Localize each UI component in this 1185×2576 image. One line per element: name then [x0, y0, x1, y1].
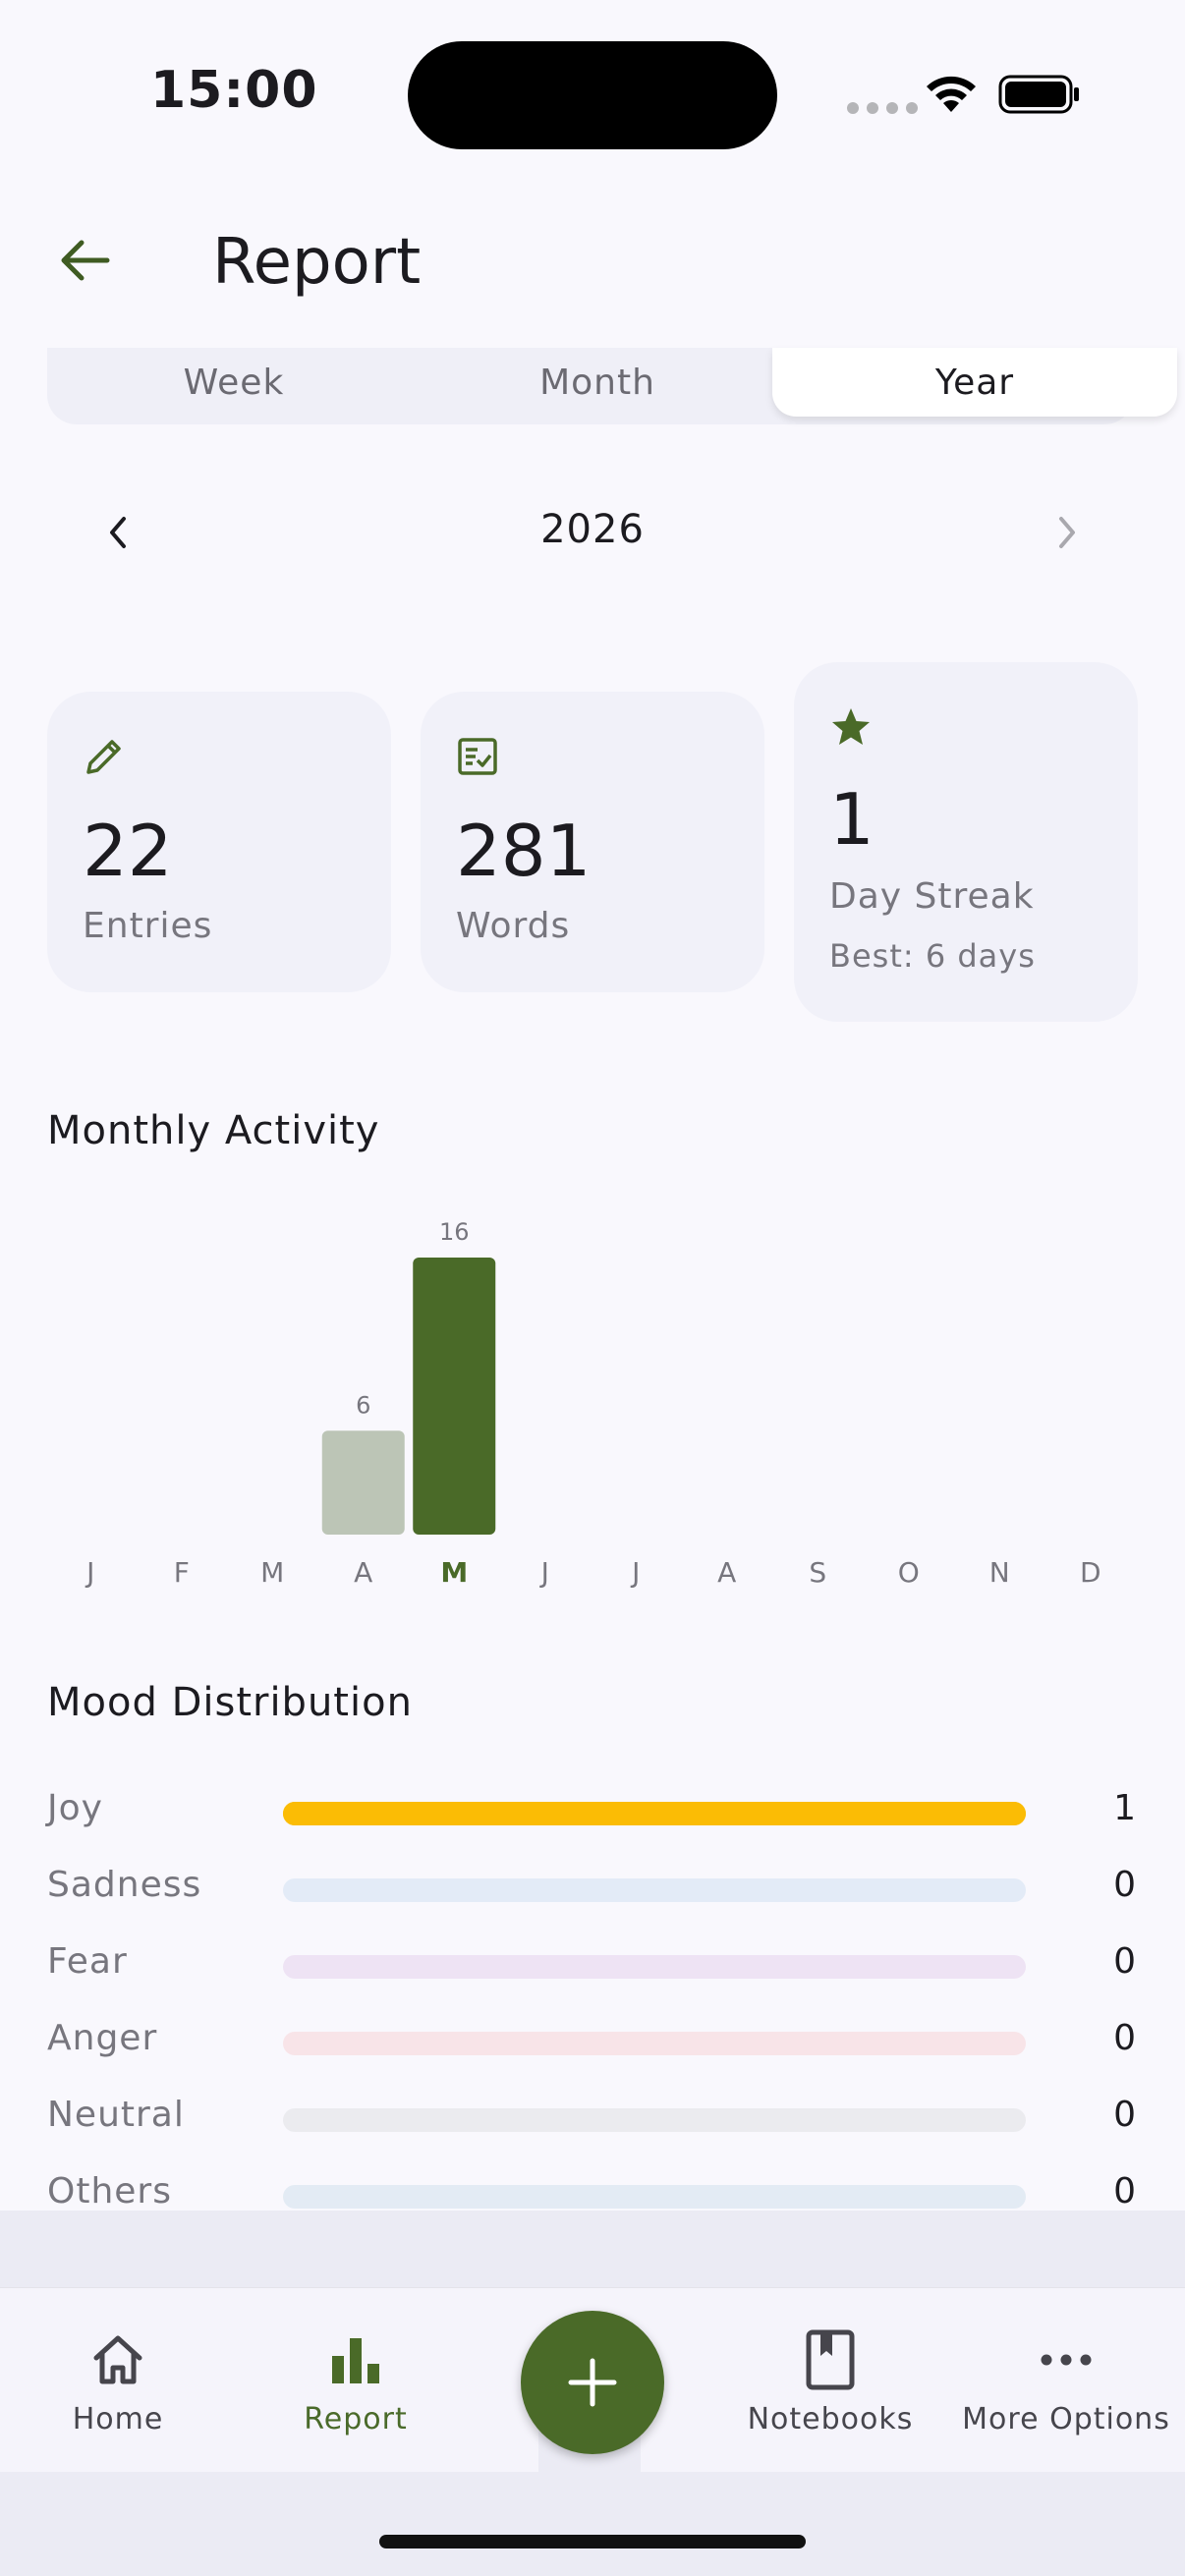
mood-row: Sadness 0 [0, 1855, 1185, 1914]
wifi-icon [927, 76, 976, 112]
chart-tick-label: J [539, 1556, 549, 1589]
chart-tick-label: N [989, 1556, 1010, 1589]
book-icon [806, 2329, 855, 2390]
chart-tick-label: M [440, 1556, 468, 1589]
mood-count: 0 [1113, 2018, 1136, 2058]
home-indicator [379, 2535, 806, 2548]
chart-tick-label: J [85, 1556, 94, 1589]
chart-tick-label: S [809, 1556, 826, 1589]
chevron-left-icon [110, 517, 126, 548]
year-label: 2026 [540, 507, 645, 552]
plus-icon [568, 2358, 617, 2407]
mood-bar-track [283, 2108, 1026, 2132]
tab-week[interactable]: Week [47, 348, 421, 417]
chart-tick-label: M [260, 1556, 284, 1589]
nav-report-label: Report [304, 2402, 408, 2436]
mood-count: 0 [1113, 2171, 1136, 2212]
mood-bar-track [283, 1878, 1026, 1902]
nav-home[interactable]: Home [39, 2288, 197, 2473]
bar-chart-icon [332, 2338, 379, 2383]
mood-row: Anger 0 [0, 2008, 1185, 2067]
chart-tick-label: D [1080, 1556, 1101, 1589]
page-title: Report [212, 226, 422, 299]
nav-home-label: Home [72, 2402, 164, 2436]
battery-icon [998, 75, 1079, 114]
monthly-activity-title: Monthly Activity [47, 1108, 380, 1153]
mood-row: Neutral 0 [0, 2085, 1185, 2144]
mood-bar-track [283, 1802, 1026, 1825]
entries-label: Entries [83, 906, 213, 946]
mood-label: Sadness [47, 1865, 202, 1905]
mood-label: Joy [47, 1788, 103, 1828]
scroll-cutoff [0, 2211, 1185, 2289]
mood-distribution-title: Mood Distribution [47, 1680, 413, 1725]
chart-bar [321, 1430, 405, 1535]
checklist-icon [458, 738, 497, 775]
mood-label: Neutral [47, 2095, 185, 2135]
tab-month[interactable]: Month [411, 348, 784, 417]
mood-count: 0 [1113, 1941, 1136, 1982]
streak-label: Day Streak [829, 876, 1035, 917]
chart-data-label: 6 [356, 1391, 370, 1419]
mood-label: Anger [47, 2018, 158, 2058]
nav-report[interactable]: Report [277, 2288, 434, 2473]
home-indicator-area [0, 2472, 1185, 2576]
home-icon [93, 2335, 142, 2384]
monthly-activity-chart: J F M 6 A 16 M J J A S O N D [85, 1218, 1101, 1589]
status-bar: 15:00 [0, 0, 1185, 187]
chart-bar [413, 1258, 496, 1535]
next-year-button[interactable] [1038, 501, 1097, 564]
mood-count: 0 [1113, 1865, 1136, 1905]
words-card: 281 Words [421, 692, 764, 992]
mood-count: 0 [1113, 2095, 1136, 2135]
previous-year-button[interactable] [88, 501, 147, 564]
more-horizontal-icon [1041, 2354, 1092, 2366]
chart-tick-label: O [898, 1556, 920, 1589]
nav-notebooks[interactable]: Notebooks [727, 2288, 933, 2473]
pencil-icon [86, 740, 121, 774]
words-label: Words [456, 906, 571, 946]
mood-bar-track [283, 1955, 1026, 1979]
nav-more-options[interactable]: More Options [962, 2288, 1170, 2473]
best-streak-label: Best: 6 days [829, 937, 1036, 975]
streak-card: 1 Day Streak Best: 6 days [794, 662, 1138, 1022]
tab-year[interactable]: Year [772, 348, 1177, 417]
star-icon [832, 708, 870, 745]
add-entry-button[interactable] [521, 2311, 664, 2454]
mood-bar-track [283, 2032, 1026, 2055]
mood-bar-track [283, 2185, 1026, 2209]
back-button[interactable] [49, 226, 118, 295]
nav-notebooks-label: Notebooks [747, 2402, 914, 2436]
mood-row: Joy 1 [0, 1778, 1185, 1837]
chart-tick-label: F [174, 1556, 190, 1589]
streak-value: 1 [829, 778, 875, 861]
status-time: 15:00 [150, 61, 318, 120]
chevron-right-icon [1059, 517, 1075, 548]
chart-data-label: 16 [439, 1218, 470, 1246]
year-navigator: 2026 [0, 491, 1185, 574]
app-header: Report [0, 187, 1185, 344]
entries-value: 22 [83, 810, 173, 892]
period-segmented-control: Week Month Year [47, 348, 1177, 424]
mood-bar-fill [283, 1802, 1026, 1825]
chart-tick-label: A [354, 1556, 372, 1589]
arrow-left-icon [61, 240, 110, 281]
dynamic-island [408, 41, 777, 149]
mood-label: Others [47, 2171, 172, 2212]
chart-tick-label: J [630, 1556, 640, 1589]
cellular-signal-icon [847, 102, 918, 114]
chart-tick-label: A [717, 1556, 736, 1589]
nav-more-label: More Options [962, 2402, 1170, 2436]
mood-row: Fear 0 [0, 1932, 1185, 1990]
words-value: 281 [456, 810, 592, 892]
mood-label: Fear [47, 1941, 128, 1982]
mood-count: 1 [1113, 1788, 1136, 1828]
entries-card: 22 Entries [47, 692, 391, 992]
